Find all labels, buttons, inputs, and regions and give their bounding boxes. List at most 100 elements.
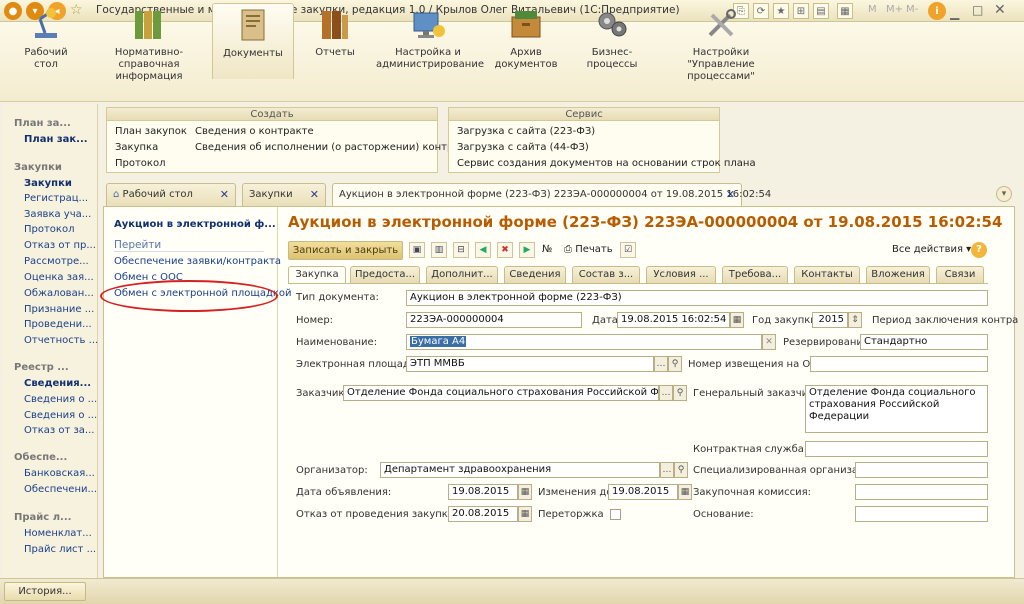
- nav-item[interactable]: Проведени...: [24, 319, 92, 330]
- doc-nav-link-security[interactable]: Обеспечение заявки/контракта: [114, 256, 281, 267]
- nav-item[interactable]: Отказ от за...: [24, 425, 94, 436]
- nav-item[interactable]: План зак...: [24, 134, 88, 145]
- customer-field[interactable]: Отделение Фонда социального страхования …: [343, 385, 659, 401]
- refusal-date-field[interactable]: 20.08.2015: [448, 506, 518, 522]
- nav-group-header[interactable]: План за...: [14, 118, 71, 129]
- tab-auction-document[interactable]: Аукцион в электронной форме (223-ФЗ) 223…: [332, 183, 771, 207]
- nav-item[interactable]: Обеспечени...: [24, 484, 97, 495]
- commission-field[interactable]: [855, 484, 988, 500]
- nav-group-header[interactable]: Закупки: [14, 162, 62, 173]
- nav-item[interactable]: Сведения о ...: [24, 410, 97, 421]
- tab-conditions[interactable]: Условия ...: [646, 266, 716, 283]
- tab-requirements[interactable]: Требова...: [722, 266, 788, 283]
- close-icon[interactable]: ✕: [994, 2, 1006, 18]
- arrow-left-icon[interactable]: ◀: [475, 242, 491, 258]
- special-org-field[interactable]: [855, 462, 988, 478]
- nav-item[interactable]: Протокол: [24, 224, 74, 235]
- nav-item[interactable]: Банковская...: [24, 468, 95, 479]
- nav-item[interactable]: Отчетность ...: [24, 335, 98, 346]
- nav-item[interactable]: Рассмотре...: [24, 256, 89, 267]
- nav-item[interactable]: Сведения о ...: [24, 394, 97, 405]
- nav-group-header[interactable]: Реестр ...: [14, 362, 69, 373]
- clear-icon[interactable]: ✕: [762, 334, 776, 350]
- stop-icon[interactable]: ✖: [497, 242, 513, 258]
- select-more-icon[interactable]: …: [659, 385, 673, 401]
- tabs-dropdown-icon[interactable]: ▾: [996, 186, 1012, 202]
- calendar-icon[interactable]: ▦: [730, 312, 744, 328]
- organizer-field[interactable]: Департамент здравоохранения: [380, 462, 660, 478]
- tab-attachments[interactable]: Вложения: [866, 266, 930, 283]
- tab-links[interactable]: Связи: [936, 266, 984, 283]
- search-icon[interactable]: ⚲: [668, 356, 682, 372]
- select-more-icon[interactable]: …: [654, 356, 668, 372]
- section-desktop[interactable]: Рабочий стол: [12, 3, 80, 79]
- nav-item[interactable]: Отказ от пр...: [24, 240, 96, 251]
- notice-number-field[interactable]: [810, 356, 988, 372]
- doc-type-field[interactable]: Аукцион в электронной форме (223-ФЗ): [406, 290, 988, 306]
- nav-item[interactable]: Обжалован...: [24, 288, 94, 299]
- nav-item[interactable]: Прайс лист ...: [24, 544, 96, 555]
- create-contract-info-link[interactable]: Сведения о контракте: [195, 126, 314, 137]
- search-icon[interactable]: ⚲: [674, 462, 688, 478]
- section-reference-info[interactable]: Нормативно-справочная информация: [92, 3, 206, 82]
- tab-info[interactable]: Сведения: [504, 266, 566, 283]
- close-icon[interactable]: ✕: [220, 188, 229, 201]
- arrow-right-icon[interactable]: ▶: [519, 242, 535, 258]
- section-documents[interactable]: Документы: [212, 3, 294, 79]
- calendar-icon[interactable]: ▦: [518, 484, 532, 500]
- tab-purchases[interactable]: Закупки ✕: [242, 183, 326, 206]
- nav-group-header[interactable]: Обеспе...: [14, 452, 67, 463]
- structure-icon[interactable]: ⊟: [453, 242, 469, 258]
- memory-button[interactable]: M: [868, 4, 877, 15]
- section-archive[interactable]: Архив документов: [490, 3, 562, 79]
- section-business-processes[interactable]: Бизнес-процессы: [568, 3, 656, 79]
- section-reports[interactable]: Отчеты: [300, 3, 370, 79]
- nav-item[interactable]: Заявка уча...: [24, 209, 91, 220]
- doc-nav-current[interactable]: Аукцион в электронной ф...: [114, 219, 276, 230]
- all-actions-button[interactable]: Все действия ▾: [892, 244, 971, 255]
- tab-desktop[interactable]: ⌂ Рабочий стол ✕: [106, 183, 236, 206]
- year-field[interactable]: 2015: [812, 312, 848, 328]
- select-more-icon[interactable]: …: [660, 462, 674, 478]
- rebid-checkbox[interactable]: [610, 509, 621, 520]
- section-process-settings[interactable]: Настройки "Управление процессами": [662, 3, 780, 82]
- number-sign[interactable]: №: [542, 244, 552, 255]
- memory-plus-button[interactable]: M+: [886, 4, 903, 15]
- minimize-icon[interactable]: ▁: [950, 6, 959, 20]
- search-icon[interactable]: ⚲: [673, 385, 687, 401]
- platform-field[interactable]: ЭТП ММВБ: [406, 356, 654, 372]
- memory-minus-button[interactable]: M-: [906, 4, 918, 15]
- load-223-link[interactable]: Загрузка с сайта (223-ФЗ): [457, 126, 595, 137]
- create-from-plan-link[interactable]: Сервис создания документов на основании …: [457, 158, 756, 169]
- load-44-link[interactable]: Загрузка с сайта (44-ФЗ): [457, 142, 589, 153]
- nav-group-header[interactable]: Прайс л...: [14, 512, 71, 523]
- basis-field[interactable]: [855, 506, 988, 522]
- nav-item[interactable]: Сведения...: [24, 378, 91, 389]
- info-icon[interactable]: i: [928, 2, 946, 20]
- tab-contacts[interactable]: Контакты: [794, 266, 860, 283]
- section-admin[interactable]: Настройка и администрирование: [376, 3, 484, 79]
- calendar-icon[interactable]: ▦: [837, 3, 853, 19]
- nav-item[interactable]: Закупки: [24, 178, 72, 189]
- calendar-icon[interactable]: ▦: [518, 506, 532, 522]
- tab-additional[interactable]: Дополнит...: [426, 266, 498, 283]
- changes-to-field[interactable]: 19.08.2015: [608, 484, 678, 500]
- save-and-close-button[interactable]: Записать и закрыть: [288, 241, 403, 260]
- printer-icon[interactable]: ▤: [813, 3, 829, 19]
- general-customer-field[interactable]: Отделение Фонда социального страхования …: [805, 385, 988, 433]
- year-stepper[interactable]: ⇕: [848, 312, 862, 328]
- close-icon[interactable]: ✕: [726, 188, 735, 201]
- name-field[interactable]: Бумага А4: [406, 334, 762, 350]
- create-purchase-link[interactable]: Закупка: [115, 142, 158, 153]
- report-icon[interactable]: ☑: [620, 242, 636, 258]
- maximize-icon[interactable]: □: [972, 3, 983, 17]
- calendar-icon[interactable]: ▦: [678, 484, 692, 500]
- create-plan-link[interactable]: План закупок: [115, 126, 187, 137]
- print-button[interactable]: ⎙ Печать: [564, 244, 613, 255]
- history-button[interactable]: История...: [4, 582, 86, 601]
- post-icon[interactable]: ▥: [431, 242, 447, 258]
- announce-date-field[interactable]: 19.08.2015: [448, 484, 518, 500]
- tab-purchase[interactable]: Закупка: [288, 266, 346, 284]
- nav-item[interactable]: Регистрац...: [24, 193, 88, 204]
- tab-provision[interactable]: Предоста...: [350, 266, 420, 283]
